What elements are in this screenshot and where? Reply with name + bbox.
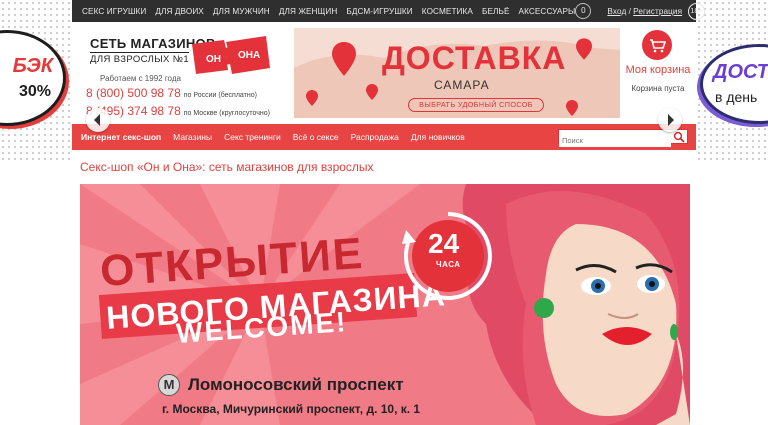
left-promo-line1: БЭК xyxy=(12,55,53,77)
mainnav-item-about-sex[interactable]: Всё о сексе xyxy=(293,132,339,142)
right-promo-line1: ДОСТ xyxy=(713,61,768,83)
phone-moscow-note: по Москве (круглосуточно) xyxy=(183,110,270,117)
mainnav-item-stores[interactable]: Магазины xyxy=(173,132,212,142)
phone-moscow[interactable]: 8 (495) 374 98 78 по Москве (круглосуточн… xyxy=(86,104,270,118)
topnav-item-sex-toys[interactable]: СЕКС ИГРУШКИ xyxy=(82,7,146,16)
top-category-nav: СЕКС ИГРУШКИ ДЛЯ ДВОИХ ДЛЯ МУЖЧИН ДЛЯ ЖЕ… xyxy=(72,0,706,22)
map-pin-icon xyxy=(366,84,378,100)
puzzle-left-text: ОН xyxy=(206,54,221,65)
metro-station-name: Ломоносовский проспект xyxy=(188,375,404,394)
mainnav-item-trainings[interactable]: Секс тренинги xyxy=(224,132,281,142)
topnav-item-for-women[interactable]: ДЛЯ ЖЕНЩИН xyxy=(279,7,338,16)
search-icon[interactable] xyxy=(673,131,685,143)
topnav-item-cosmetics[interactable]: КОСМЕТИКА xyxy=(422,7,473,16)
hero-banner-slide[interactable]: ОТКРЫТИЕ НОВОГО МАГАЗИНА WELCOME! 24 ЧАС… xyxy=(80,184,690,425)
map-pin-icon xyxy=(332,42,356,76)
delivery-promo-banner[interactable]: ДОСТАВКА САМАРА ВЫБРАТЬ УДОБНЫЙ СПОСОБ xyxy=(294,28,620,118)
mainnav-item-sale[interactable]: Распродажа xyxy=(351,132,399,142)
chevron-right-icon xyxy=(668,114,674,126)
puzzle-right-text: ОНА xyxy=(238,50,260,61)
topnav-item-for-men[interactable]: ДЛЯ МУЖЧИН xyxy=(213,7,270,16)
slider-next-button[interactable] xyxy=(658,108,682,132)
topnav-item-bdsm[interactable]: БДСМ-ИГРУШКИ xyxy=(346,7,412,16)
store-address: г. Москва, Мичуринский проспект, д. 10, … xyxy=(162,402,421,416)
page: БЭК 30% ДОСТ в день СЕКС ИГРУШКИ ДЛЯ ДВО… xyxy=(0,0,768,425)
promo-city: САМАРА xyxy=(434,78,490,92)
right-promo-bubble[interactable]: ДОСТ в день xyxy=(700,44,768,124)
site-header: СЕТЬ МАГАЗИНОВ ДЛЯ ВЗРОСЛЫХ №1 ОН ОНА Ра… xyxy=(72,22,696,124)
metro-station: М Ломоносовский проспект xyxy=(158,374,404,396)
left-promo-bubble[interactable]: БЭК 30% xyxy=(0,30,66,126)
puzzle-logo-icon: ОН ОНА xyxy=(192,36,270,74)
main-nav: Интернет секс-шоп Магазины Секс тренинги… xyxy=(72,124,696,150)
cart-icon[interactable] xyxy=(642,30,672,60)
topnav-item-accessories[interactable]: АКСЕССУАРЫ xyxy=(519,7,576,16)
map-pin-icon xyxy=(576,38,592,60)
cart-label[interactable]: Моя корзина xyxy=(620,64,696,76)
left-side-promo[interactable]: БЭК 30% xyxy=(0,0,72,160)
mainnav-item-beginners[interactable]: Для новичков xyxy=(411,132,465,142)
map-pin-icon xyxy=(306,90,318,106)
cart-status: Корзина пуста xyxy=(631,84,685,93)
logo-since: Работаем с 1992 года xyxy=(100,74,181,83)
banner-hours: 24 xyxy=(428,228,460,259)
chevron-left-icon xyxy=(94,114,100,126)
promo-title: ДОСТАВКА xyxy=(382,40,567,76)
auth-links: Вход / Регистрация xyxy=(597,7,682,16)
page-title: Секс-шоп «Он и Она»: сеть магазинов для … xyxy=(80,160,374,174)
cart-widget[interactable]: Моя корзина Корзина пуста xyxy=(620,26,696,116)
login-link[interactable]: Вход xyxy=(607,7,626,16)
phone-russia[interactable]: 8 (800) 500 98 78 по России (бесплатно) xyxy=(86,86,257,100)
metro-icon: М xyxy=(158,374,180,396)
search-input[interactable] xyxy=(559,134,671,147)
right-side-promo[interactable]: ДОСТ в день xyxy=(696,0,768,160)
mainnav-item-shop[interactable]: Интернет секс-шоп xyxy=(81,132,161,142)
slider-prev-button[interactable] xyxy=(86,108,110,132)
right-promo-line2: в день xyxy=(715,89,758,105)
favorites-count: 0 xyxy=(581,6,586,15)
phone-russia-number: 8 (800) 500 98 78 xyxy=(86,86,181,100)
topnav-item-for-two[interactable]: ДЛЯ ДВОИХ xyxy=(155,7,203,16)
banner-hours-unit: ЧАСА xyxy=(436,260,461,269)
phone-russia-note: по России (бесплатно) xyxy=(183,92,257,99)
favorites-heart-icon[interactable]: 0 xyxy=(575,3,592,19)
topnav-user-area: 0 Вход / Регистрация 18+ xyxy=(575,2,711,20)
left-promo-line2: 30% xyxy=(18,83,51,100)
map-pin-icon xyxy=(566,100,578,116)
age-restriction-badge: 18+ xyxy=(688,2,706,20)
topnav-item-lingerie[interactable]: БЕЛЬЁ xyxy=(482,7,510,16)
logo-subtitle: ДЛЯ ВЗРОСЛЫХ №1 xyxy=(90,52,190,65)
register-link[interactable]: Регистрация xyxy=(633,7,682,16)
choose-delivery-button[interactable]: ВЫБРАТЬ УДОБНЫЙ СПОСОБ xyxy=(408,98,544,112)
site-logo[interactable]: СЕТЬ МАГАЗИНОВ ДЛЯ ВЗРОСЛЫХ №1 ОН ОНА Ра… xyxy=(82,30,282,90)
